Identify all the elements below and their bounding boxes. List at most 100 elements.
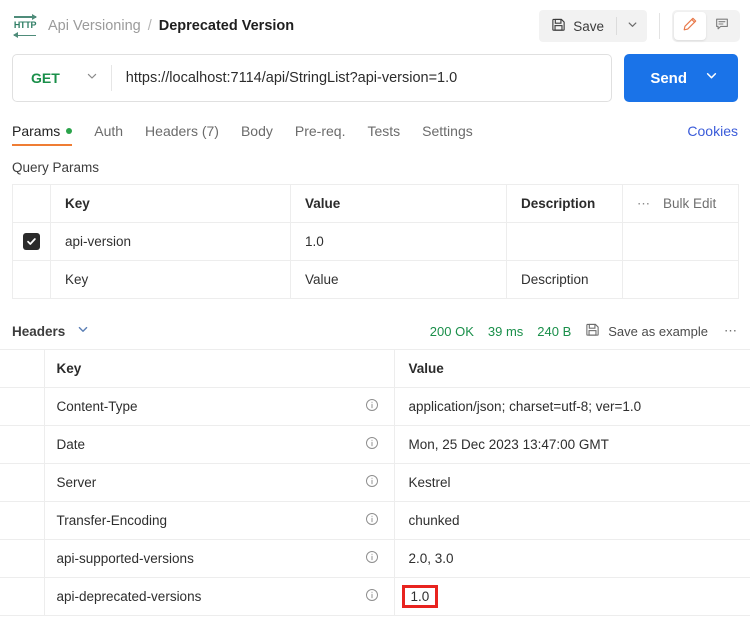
info-icon[interactable] xyxy=(365,550,379,567)
row-gutter xyxy=(0,463,45,502)
response-header-value-text: application/json; charset=utf-8; ver=1.0 xyxy=(408,399,642,414)
info-icon[interactable] xyxy=(365,398,379,415)
response-header-key-text: Date xyxy=(56,437,86,452)
row-gutter xyxy=(0,425,45,464)
tab-auth-label: Auth xyxy=(94,123,124,139)
http-method-selector[interactable]: GET xyxy=(13,55,111,101)
query-param-value[interactable]: 1.0 xyxy=(290,222,507,261)
row-gutter xyxy=(0,387,45,426)
response-headers-bar: Headers 200 OK 39 ms 240 B Save as examp… xyxy=(0,313,750,349)
query-param-checkbox[interactable] xyxy=(23,233,40,250)
query-param-key[interactable]: api-version xyxy=(50,222,291,261)
query-param-new-row-spacer xyxy=(622,260,739,299)
response-header-value: Mon, 25 Dec 2023 13:47:00 GMT xyxy=(394,425,750,464)
query-param-new-description[interactable]: Description xyxy=(506,260,623,299)
ellipsis-icon[interactable]: ⋯ xyxy=(637,196,651,212)
response-time: 39 ms xyxy=(487,323,524,339)
response-header-value-text: chunked xyxy=(408,513,460,528)
response-header-key-text: Content-Type xyxy=(56,399,138,414)
chevron-down-icon xyxy=(77,322,89,340)
response-headers-collapse-button[interactable] xyxy=(77,322,89,340)
info-icon[interactable] xyxy=(365,588,379,605)
table-row: api-version 1.0 xyxy=(12,222,739,261)
info-icon[interactable] xyxy=(365,436,379,453)
comments-button[interactable] xyxy=(706,12,738,40)
cookies-link[interactable]: Cookies xyxy=(687,123,738,146)
query-params-bulk-edit-cell: ⋯ Bulk Edit xyxy=(622,184,739,223)
tab-settings[interactable]: Settings xyxy=(422,123,473,146)
table-row: Key Value Description xyxy=(12,260,739,299)
query-param-new-value[interactable]: Value xyxy=(290,260,507,299)
response-header-key: Content-Type xyxy=(44,387,395,426)
tab-headers[interactable]: Headers (7) xyxy=(145,123,219,146)
url-box: GET xyxy=(12,54,613,102)
response-header-key-text: api-deprecated-versions xyxy=(56,589,202,604)
query-params-header-row: Key Value Description ⋯ Bulk Edit xyxy=(12,184,739,223)
response-meta: 200 OK 39 ms 240 B Save as example ⋯ xyxy=(430,322,738,340)
request-tabs: Params Auth Headers (7) Body Pre-req. Te… xyxy=(0,116,750,146)
response-header-value: Kestrel xyxy=(394,463,750,502)
http-icon: HTTP xyxy=(12,13,38,39)
query-params-title: Query Params xyxy=(12,160,100,175)
top-bar: HTTP Api Versioning / Deprecated Version xyxy=(0,0,750,52)
info-icon[interactable] xyxy=(365,512,379,529)
send-options-button[interactable] xyxy=(705,69,738,87)
save-button-group: Save xyxy=(539,10,647,42)
query-param-new-key[interactable]: Key xyxy=(50,260,291,299)
postman-request-view: HTTP Api Versioning / Deprecated Version xyxy=(0,0,750,630)
breadcrumb-current-request[interactable]: Deprecated Version xyxy=(159,18,294,34)
table-row: Content-Type application/json; charset=u… xyxy=(0,387,750,426)
response-header-key: Transfer-Encoding xyxy=(44,501,395,540)
toolbar-divider xyxy=(659,13,660,39)
response-headers-table: Key Value Content-Type application/json;… xyxy=(0,349,750,616)
chevron-down-icon xyxy=(627,17,638,35)
row-gutter xyxy=(0,501,45,540)
response-header-value-text: 2.0, 3.0 xyxy=(408,551,454,566)
response-header-key: api-deprecated-versions xyxy=(44,577,395,616)
tab-params[interactable]: Params xyxy=(12,123,73,146)
request-url-row: GET Send xyxy=(0,54,750,102)
edit-mode-button[interactable] xyxy=(674,12,706,40)
table-row: Server Kestrel xyxy=(0,463,750,502)
row-gutter xyxy=(0,577,45,616)
response-size: 240 B xyxy=(537,323,572,339)
response-header-value: 2.0, 3.0 xyxy=(394,539,750,578)
save-button[interactable]: Save xyxy=(539,10,616,42)
response-headers-col-key: Key xyxy=(44,349,395,388)
chevron-down-icon xyxy=(86,69,98,87)
tab-auth[interactable]: Auth xyxy=(94,123,123,146)
tab-settings-label: Settings xyxy=(422,123,473,139)
response-more-options-icon[interactable]: ⋯ xyxy=(722,323,738,339)
tab-body[interactable]: Body xyxy=(241,123,273,146)
breadcrumb-separator: / xyxy=(147,18,152,34)
tab-tests[interactable]: Tests xyxy=(367,123,400,146)
response-header-value-text: Kestrel xyxy=(408,475,451,490)
save-options-button[interactable] xyxy=(617,10,647,42)
tab-headers-label: Headers (7) xyxy=(145,123,219,139)
tab-pre-request-label: Pre-req. xyxy=(294,123,346,139)
floppy-disk-icon xyxy=(551,17,566,35)
response-header-key-text: api-supported-versions xyxy=(56,551,194,566)
tab-pre-request[interactable]: Pre-req. xyxy=(295,123,346,146)
pencil-icon xyxy=(682,16,698,37)
breadcrumb: Api Versioning / Deprecated Version xyxy=(48,18,294,34)
query-params-col-description: Description xyxy=(506,184,623,223)
response-headers-title: Headers xyxy=(12,323,66,339)
table-row: api-supported-versions 2.0, 3.0 xyxy=(0,539,750,578)
url-input[interactable] xyxy=(111,56,612,100)
query-params-col-value: Value xyxy=(290,184,507,223)
query-param-description[interactable] xyxy=(506,222,623,261)
query-param-enabled-cell xyxy=(12,222,51,261)
table-row: Transfer-Encoding chunked xyxy=(0,501,750,540)
save-as-example-button[interactable]: Save as example xyxy=(585,322,708,340)
save-button-label: Save xyxy=(573,18,604,34)
send-button[interactable]: Send xyxy=(624,54,738,102)
response-header-key: Date xyxy=(44,425,395,464)
response-status: 200 OK xyxy=(429,323,474,339)
response-header-value: 1.0 xyxy=(394,577,750,616)
info-icon[interactable] xyxy=(365,474,379,491)
breadcrumb-collection[interactable]: Api Versioning xyxy=(48,18,141,34)
response-headers-gutter xyxy=(0,349,45,388)
response-headers-header-row: Key Value xyxy=(0,349,750,388)
bulk-edit-button[interactable]: Bulk Edit xyxy=(663,196,716,211)
